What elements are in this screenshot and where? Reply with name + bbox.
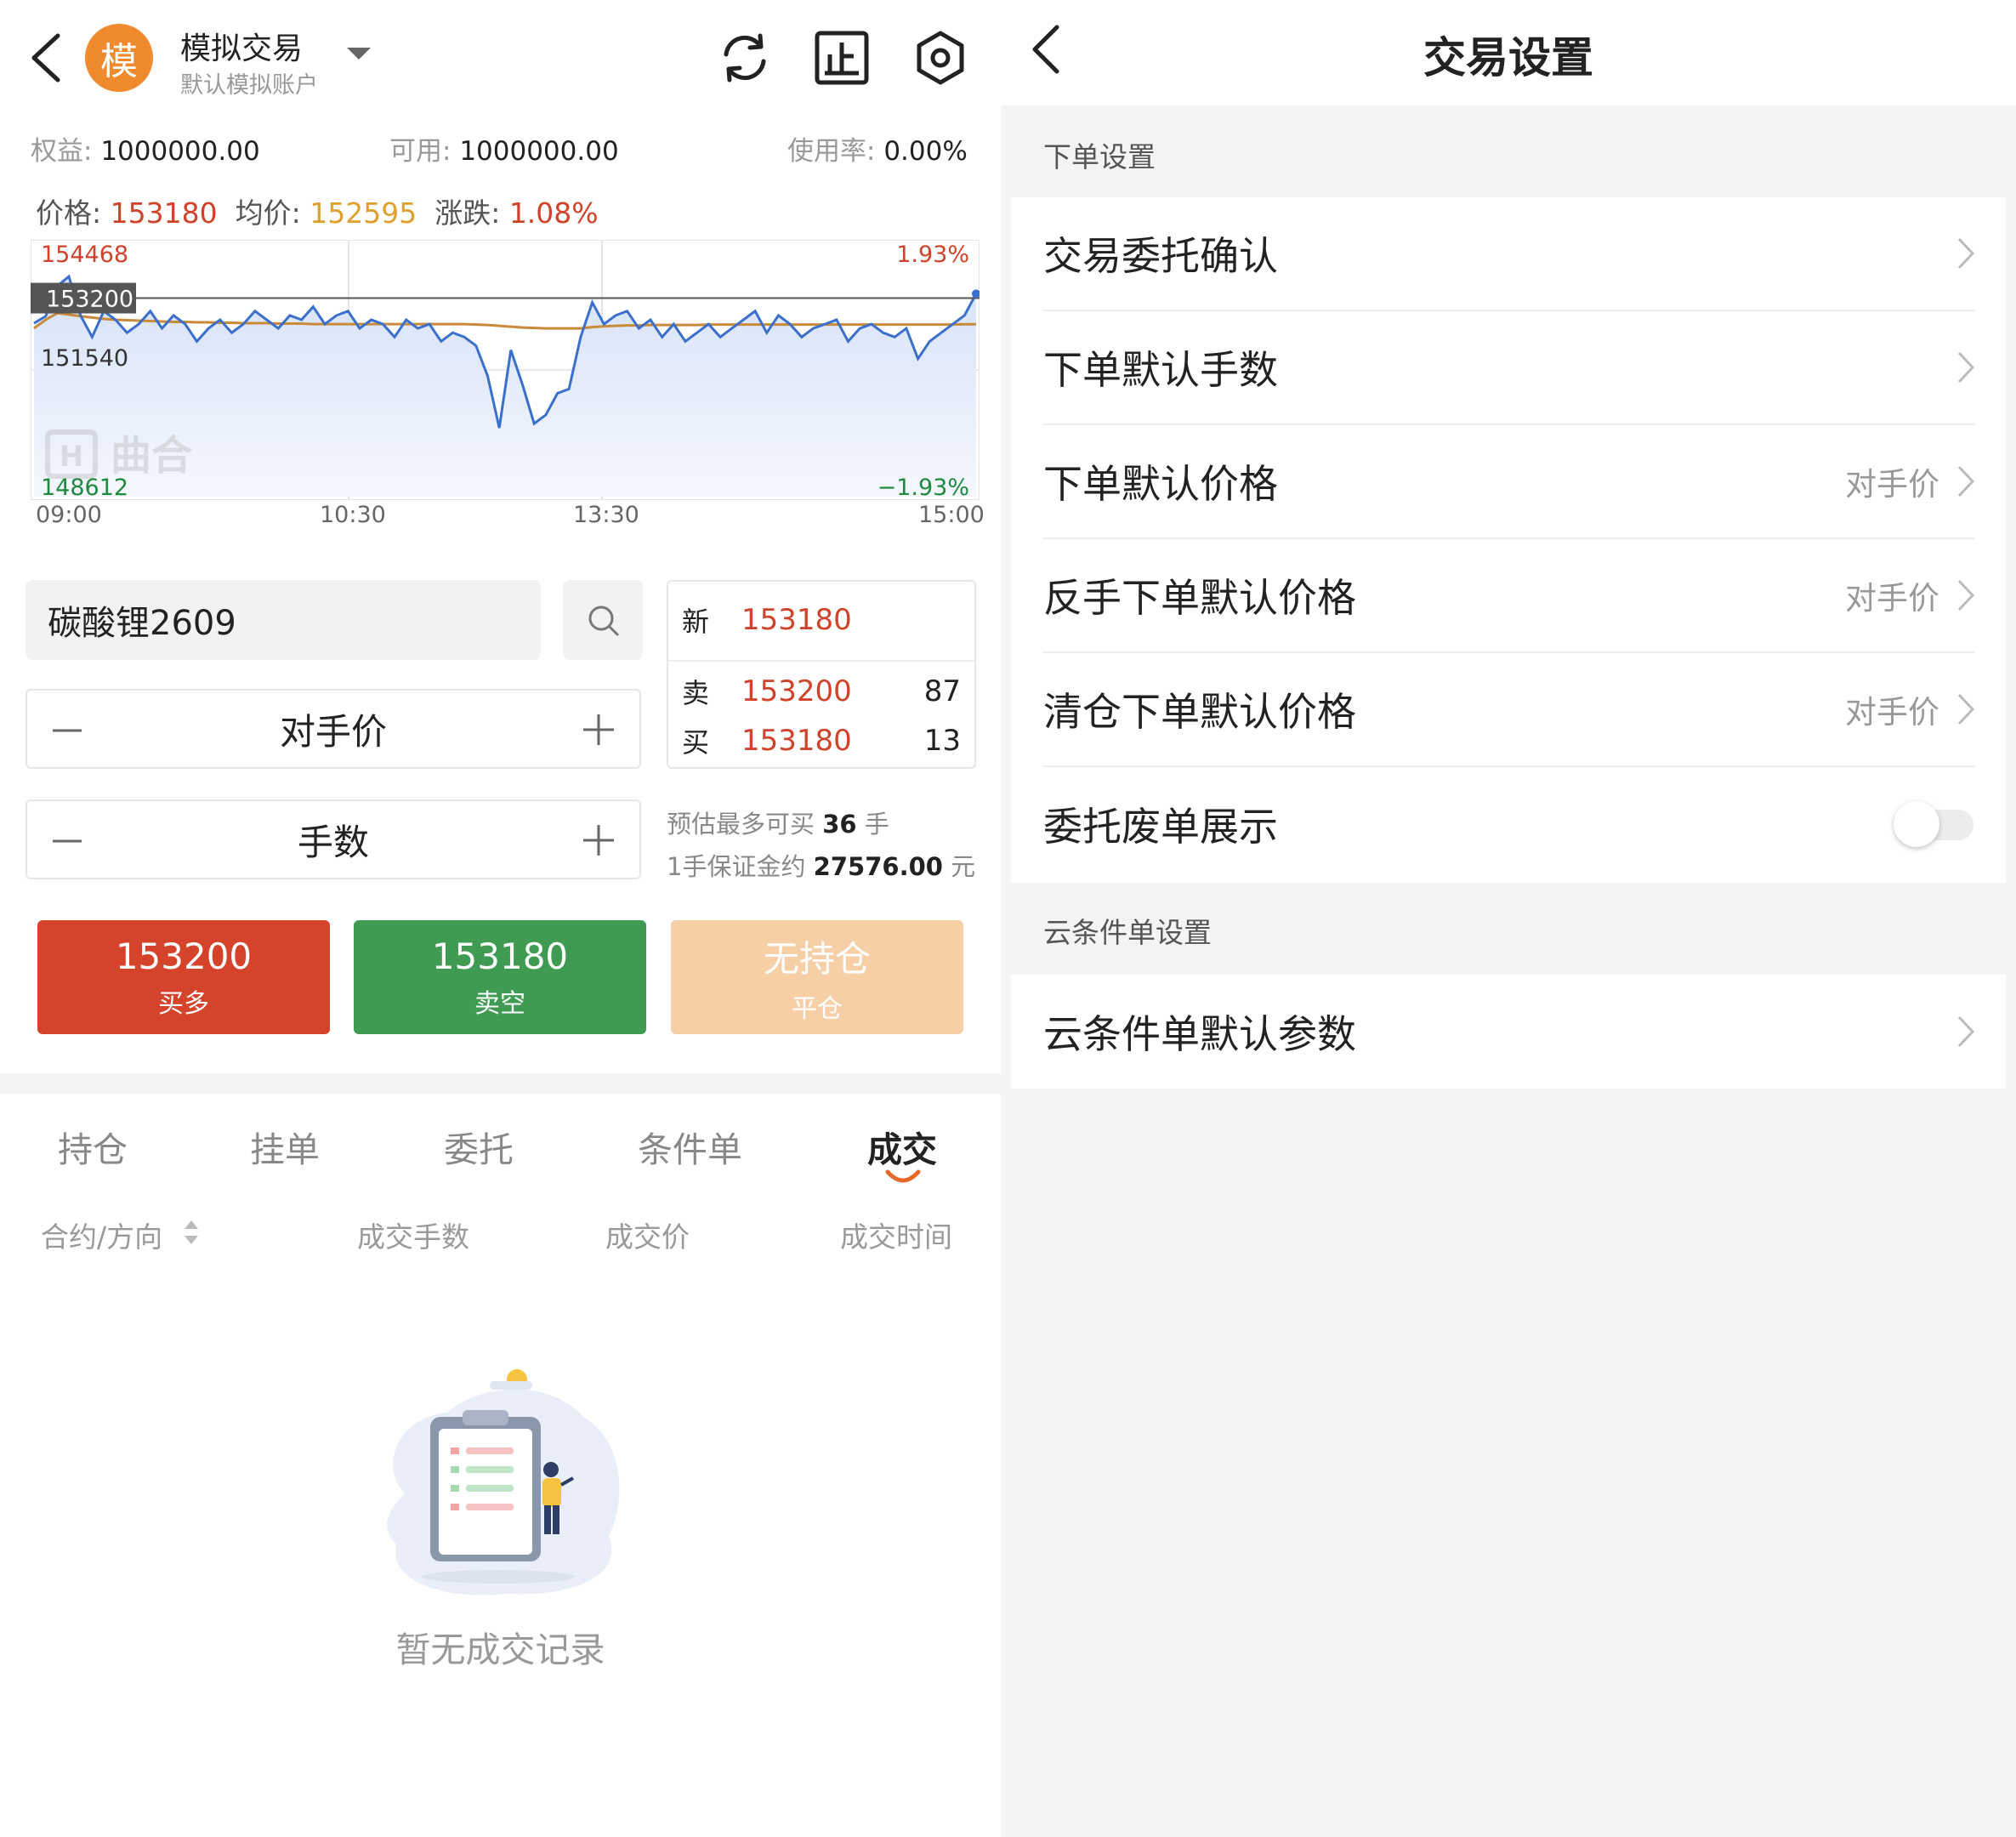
usage-info: 使用率: 0.00% bbox=[787, 136, 968, 167]
price-mode-label[interactable]: 对手价 bbox=[27, 691, 639, 767]
empty-state-text: 暂无成交记录 bbox=[395, 1629, 605, 1670]
y-mid-label: 151540 bbox=[41, 345, 128, 372]
account-title[interactable]: 模拟交易 bbox=[180, 24, 303, 68]
y-min-label: 148612 bbox=[41, 475, 128, 500]
price-stepper[interactable]: 对手价 bbox=[26, 689, 641, 769]
section-divider bbox=[0, 1073, 1001, 1094]
empty-clipboard-illustration bbox=[387, 1369, 620, 1595]
section-title-cloud: 云条件单设置 bbox=[1043, 916, 1212, 949]
lots-input[interactable]: 手数 bbox=[27, 801, 639, 878]
trade-settings-panel: 交易设置 下单设置 交易委托确认 下单默认手数 下单默认价格 对手价 反手下单默… bbox=[1001, 0, 2016, 1837]
sort-icon[interactable] bbox=[182, 1218, 201, 1247]
intraday-chart[interactable]: H 曲合 154468 153200 151540 148612 1.93% −… bbox=[31, 240, 980, 500]
lots-stepper[interactable]: 手数 bbox=[26, 799, 641, 879]
tab-conditional[interactable]: 条件单 bbox=[638, 1121, 742, 1172]
col-trade-lots: 成交手数 bbox=[357, 1220, 469, 1254]
pct-min-label: −1.93% bbox=[877, 475, 969, 500]
price-summary: 价格: 153180 均价: 152595 涨跌: 1.08% bbox=[36, 196, 599, 230]
plus-icon[interactable] bbox=[582, 713, 616, 747]
tab-orders[interactable]: 委托 bbox=[444, 1121, 514, 1172]
setting-close-all-price[interactable]: 清仓下单默认价格 对手价 bbox=[1043, 653, 1975, 767]
x-tick-label: 15:00 bbox=[918, 502, 985, 528]
plus-icon[interactable] bbox=[582, 823, 616, 857]
page-title: 交易设置 bbox=[1423, 33, 1593, 82]
tab-pending[interactable]: 挂单 bbox=[250, 1121, 320, 1172]
col-contract-direction[interactable]: 合约/方向 bbox=[41, 1214, 162, 1255]
symbol-input[interactable]: 碳酸锂2609 bbox=[26, 580, 541, 660]
quote-new-row: 新 153180 bbox=[682, 603, 852, 638]
setting-order-confirm[interactable]: 交易委托确认 bbox=[1043, 197, 1975, 311]
y-max-label: 154468 bbox=[41, 242, 128, 268]
current-price-tag-text: 153200 bbox=[46, 287, 133, 313]
col-trade-time: 成交时间 bbox=[840, 1220, 952, 1254]
chevron-right-icon bbox=[1957, 237, 1975, 270]
col-trade-price: 成交价 bbox=[605, 1220, 690, 1254]
search-button[interactable] bbox=[563, 580, 643, 660]
quote-panel: 新 153180 卖 153200 87 买 153180 13 bbox=[667, 580, 976, 769]
setting-cloud-default-params[interactable]: 云条件单默认参数 bbox=[1043, 975, 1975, 1089]
tab-positions[interactable]: 持仓 bbox=[58, 1121, 128, 1172]
search-icon bbox=[588, 606, 619, 636]
setting-rejected-orders: 委托废单展示 bbox=[1043, 767, 1975, 881]
rejected-orders-toggle[interactable] bbox=[1894, 801, 1975, 847]
available-info: 可用: 1000000.00 bbox=[389, 136, 619, 167]
setting-default-price[interactable]: 下单默认价格 对手价 bbox=[1043, 425, 1975, 539]
quote-ask-row[interactable]: 卖 153200 87 bbox=[682, 672, 961, 711]
order-settings-group: 交易委托确认 下单默认手数 下单默认价格 对手价 反手下单默认价格 对手价 清仓… bbox=[1011, 197, 2006, 883]
x-tick-label: 09:00 bbox=[36, 502, 102, 528]
chevron-right-icon bbox=[1957, 465, 1975, 498]
account-avatar[interactable]: 模 bbox=[85, 24, 153, 92]
watermark: H 曲合 bbox=[45, 429, 192, 480]
refresh-icon[interactable] bbox=[716, 29, 774, 87]
max-buy-estimate: 预估最多可买 36 手 bbox=[667, 810, 889, 839]
settings-icon[interactable] bbox=[911, 29, 969, 87]
trading-panel: 模 模拟交易 默认模拟账户 权益: 1000000.00 可用: 1000000… bbox=[0, 0, 1001, 1837]
pct-max-label: 1.93% bbox=[896, 242, 969, 268]
sell-short-button[interactable]: 153180 卖空 bbox=[354, 920, 646, 1034]
chevron-right-icon bbox=[1957, 579, 1975, 611]
chevron-right-icon bbox=[1957, 693, 1975, 725]
account-subtitle: 默认模拟账户 bbox=[180, 72, 318, 99]
x-tick-label: 10:30 bbox=[320, 502, 386, 528]
margin-estimate: 1手保证金约 27576.00 元 bbox=[667, 852, 976, 881]
section-title-order: 下单设置 bbox=[1043, 140, 1156, 173]
stop-loss-icon[interactable] bbox=[813, 29, 871, 87]
chevron-right-icon bbox=[1957, 1015, 1975, 1048]
x-tick-label: 13:30 bbox=[573, 502, 639, 528]
equity-info: 权益: 1000000.00 bbox=[31, 136, 260, 167]
setting-reverse-price[interactable]: 反手下单默认价格 对手价 bbox=[1043, 539, 1975, 653]
caret-down-icon[interactable] bbox=[347, 48, 371, 60]
close-position-button[interactable]: 无持仓 平仓 bbox=[671, 920, 963, 1034]
tab-trades[interactable]: 成交 bbox=[867, 1121, 937, 1172]
active-tab-indicator bbox=[885, 1169, 921, 1183]
svg-text:H: H bbox=[60, 440, 83, 474]
back-arrow-icon[interactable] bbox=[20, 31, 71, 85]
chevron-right-icon bbox=[1957, 351, 1975, 384]
svg-text:曲合: 曲合 bbox=[111, 432, 192, 480]
cloud-settings-group: 云条件单默认参数 bbox=[1011, 975, 2006, 1089]
quote-bid-row[interactable]: 买 153180 13 bbox=[682, 721, 961, 760]
buy-long-button[interactable]: 153200 买多 bbox=[37, 920, 330, 1034]
setting-default-lots[interactable]: 下单默认手数 bbox=[1043, 311, 1975, 425]
